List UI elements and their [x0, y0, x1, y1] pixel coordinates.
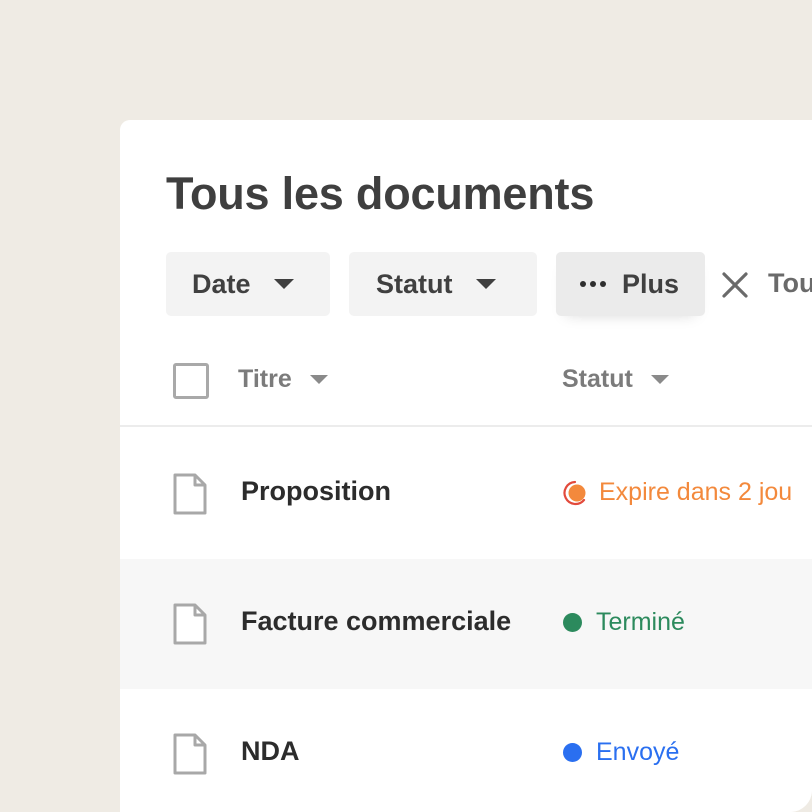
document-icon	[173, 733, 207, 775]
column-header-title[interactable]: Titre	[238, 365, 328, 394]
status-filter-button[interactable]: Statut	[349, 252, 537, 316]
status-badge: Envoyé	[563, 738, 679, 767]
sort-caret-icon	[309, 375, 328, 384]
column-header-status[interactable]: Statut	[562, 365, 669, 394]
table-row[interactable]: Proposition Expire dans 2 jou	[120, 429, 812, 559]
column-header-status-label: Statut	[562, 365, 633, 393]
document-title: NDA	[241, 736, 300, 766]
status-filter-label: Statut	[376, 268, 453, 299]
table-row[interactable]: NDA Envoyé	[120, 689, 812, 812]
document-title: Proposition	[241, 476, 391, 506]
status-text: Expire dans 2 jou	[599, 478, 793, 506]
status-text: Terminé	[596, 608, 685, 636]
sort-caret-icon	[650, 375, 669, 384]
page-title: Tous les documents	[166, 168, 595, 219]
date-filter-label: Date	[192, 268, 251, 299]
column-header-title-label: Titre	[238, 365, 292, 393]
more-dots-icon	[580, 281, 606, 287]
close-icon[interactable]	[720, 270, 750, 300]
document-icon	[173, 473, 207, 515]
date-filter-button[interactable]: Date	[166, 252, 330, 316]
status-badge: Expire dans 2 jou	[562, 478, 792, 507]
select-all-checkbox[interactable]	[173, 363, 209, 399]
more-filters-button[interactable]: Plus	[556, 252, 705, 316]
status-dot-icon	[563, 613, 582, 632]
table-header: Titre Statut	[120, 333, 812, 427]
status-badge: Terminé	[563, 608, 685, 637]
status-text: Envoyé	[596, 738, 680, 766]
document-title: Facture commerciale	[241, 606, 512, 636]
table-row[interactable]: Facture commerciale Terminé	[120, 559, 812, 689]
chevron-down-icon	[273, 279, 294, 289]
chevron-down-icon	[475, 279, 496, 289]
clear-filters-link[interactable]: Tou	[768, 268, 812, 299]
expiring-status-icon	[563, 480, 586, 505]
document-icon	[173, 603, 207, 645]
app-background: Tous les documents Date Statut Plus Tou …	[0, 0, 812, 812]
more-filters-label: Plus	[622, 268, 680, 299]
documents-panel: Tous les documents Date Statut Plus Tou …	[120, 120, 812, 812]
status-dot-icon	[563, 743, 582, 762]
